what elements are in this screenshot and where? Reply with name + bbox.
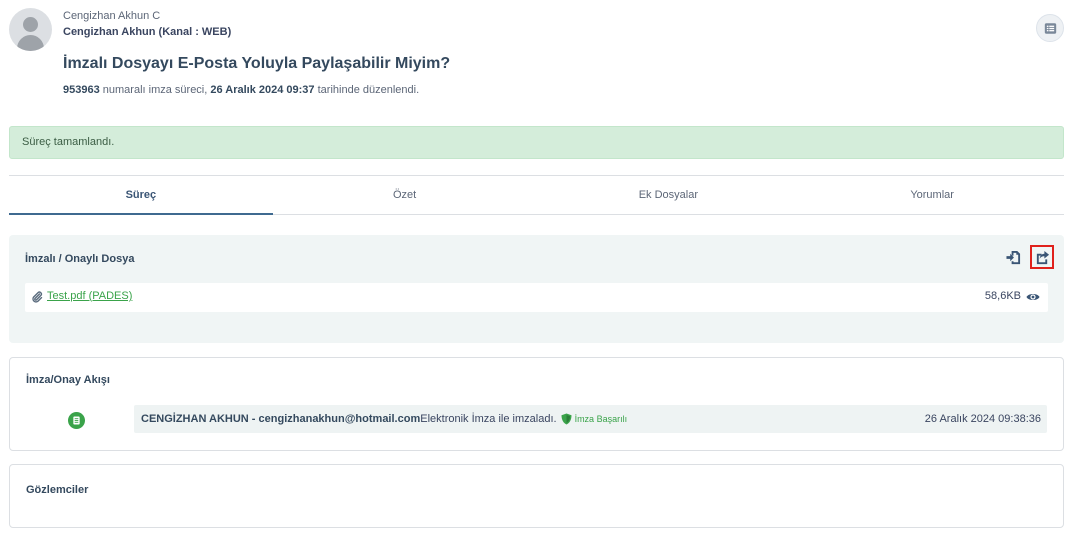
paperclip-icon (32, 291, 43, 303)
success-alert: Süreç tamamlandı. (9, 126, 1064, 159)
tab-surec[interactable]: Süreç (9, 176, 273, 215)
signing-flow-row: CENGİZHAN AKHUN - cengizhanakhun@hotmail… (134, 405, 1047, 433)
signing-flow-title: İmza/Onay Akışı (26, 374, 110, 386)
tab-bar: Süreç Özet Ek Dosyalar Yorumlar (9, 175, 1064, 215)
signed-file-title: İmzalı / Onaylı Dosya (25, 253, 135, 265)
share-icon (1036, 250, 1049, 264)
avatar (9, 8, 52, 51)
share-button[interactable] (1030, 245, 1054, 269)
file-size: 58,6KB (984, 290, 1021, 302)
observers-panel: Gözlemciler (9, 464, 1064, 528)
user-name: Cengizhan Akhun C (63, 10, 161, 22)
list-icon (1044, 22, 1056, 34)
file-row: Test.pdf (PADES) 58,6KB (25, 283, 1048, 312)
tab-ozet[interactable]: Özet (273, 176, 537, 214)
menu-button[interactable] (1036, 14, 1064, 42)
meta-text-2: tarihinde düzenlendi. (314, 84, 420, 96)
file-actions (1001, 245, 1054, 269)
sign-status: İmza Başarılı (574, 414, 628, 424)
meta-text-1: numaralı imza süreci, (99, 84, 211, 96)
sign-date: 26 Aralık 2024 09:38:36 (924, 413, 1041, 425)
page-title: İmzalı Dosyayı E-Posta Yoluyla Paylaşabi… (63, 55, 451, 72)
shield-icon (561, 413, 572, 425)
user-channel: Cengizhan Akhun (Kanal : WEB) (63, 26, 232, 38)
process-id: 953963 (63, 84, 100, 96)
tab-ek-dosyalar[interactable]: Ek Dosyalar (537, 176, 801, 214)
process-meta: 953963 numaralı imza süreci, 26 Aralık 2… (63, 84, 419, 96)
file-link[interactable]: Test.pdf (PADES) (47, 290, 132, 302)
eye-icon[interactable] (1026, 291, 1040, 303)
download-button[interactable] (1001, 245, 1025, 269)
signer-info: CENGİZHAN AKHUN - cengizhanakhun@hotmail… (141, 413, 421, 425)
observers-title: Gözlemciler (26, 484, 89, 496)
document-icon (68, 412, 85, 429)
page-header: Cengizhan Akhun C Cengizhan Akhun (Kanal… (9, 8, 1064, 108)
signed-file-panel: İmzalı / Onaylı Dosya Test.pdf (PADES) 5… (9, 235, 1064, 343)
sign-action: Elektronik İmza ile imzaladı. (420, 413, 557, 425)
signing-flow-panel: İmza/Onay Akışı CENGİZHAN AKHUN - cengiz… (9, 357, 1064, 451)
process-date: 26 Aralık 2024 09:37 (210, 84, 315, 96)
tab-yorumlar[interactable]: Yorumlar (800, 176, 1064, 214)
file-download-icon (1005, 250, 1020, 264)
